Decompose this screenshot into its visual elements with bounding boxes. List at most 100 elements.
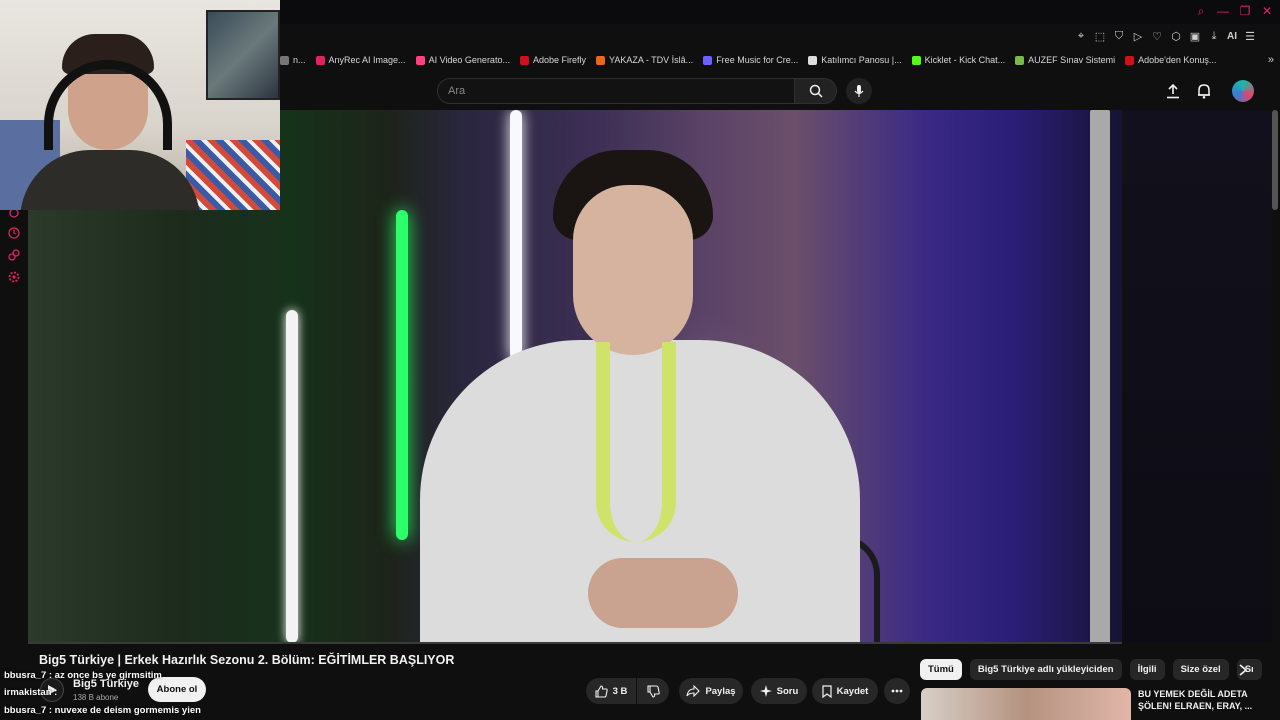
upload-icon: [1167, 83, 1179, 99]
browser-titlebar: ⌕ — ❐ ✕: [280, 0, 1280, 24]
heart-icon[interactable]: ♡: [1151, 30, 1163, 43]
bookmark-favicon-icon: [315, 55, 325, 65]
bookmark-label: n...: [293, 55, 306, 65]
bookmark-favicon-icon: [519, 55, 529, 65]
share-icon: [686, 685, 701, 697]
video-title: Big5 Türkiye | Erkek Hazırlık Sezonu 2. …: [39, 653, 455, 667]
bookmark-favicon-icon: [595, 55, 605, 65]
bookmark-item[interactable]: AI Video Generato...: [415, 55, 510, 65]
webcam-headset: [44, 60, 172, 150]
share-label: Paylaş: [705, 685, 736, 697]
play-icon[interactable]: ▷: [1132, 30, 1144, 43]
like-button[interactable]: 3 B: [586, 678, 636, 704]
image-icon[interactable]: ▣: [1189, 30, 1201, 43]
search-button[interactable]: [795, 78, 837, 104]
share-button[interactable]: Paylaş: [679, 678, 743, 704]
bookmark-item[interactable]: Katılımcı Panosu |...: [808, 55, 902, 65]
webcam-overlay: [0, 0, 280, 210]
search-input[interactable]: Ara: [437, 78, 795, 104]
search-icon[interactable]: ⌕: [1194, 4, 1208, 19]
video-white-light-2: [510, 110, 522, 360]
subscriber-count: 138 B abone: [73, 693, 119, 702]
close-icon[interactable]: ✕: [1260, 4, 1274, 19]
ask-label: Soru: [776, 685, 799, 697]
bookmark-label: YAKAZA - TDV İslâ...: [608, 55, 694, 65]
bookmark-label: AnyRec AI Image...: [328, 55, 406, 65]
bookmark-icon: [822, 684, 832, 698]
save-label: Kaydet: [836, 685, 869, 697]
search-placeholder: Ara: [448, 85, 466, 97]
maximize-icon[interactable]: ❐: [1238, 4, 1252, 19]
left-sidebar-strip: [0, 208, 30, 650]
bookmark-favicon-icon: [280, 55, 289, 65]
bookmark-item[interactable]: Adobe Firefly: [519, 55, 586, 65]
recommendation-thumbnail[interactable]: [921, 688, 1131, 720]
page-scrollbar[interactable]: [1272, 110, 1278, 210]
minimize-icon[interactable]: —: [1216, 4, 1230, 19]
video-green-light: [396, 210, 408, 540]
bookmark-item[interactable]: Adobe'den Konuş...: [1125, 55, 1216, 65]
bookmark-item[interactable]: AnyRec AI Image...: [315, 55, 406, 65]
sparkle-icon: [759, 685, 772, 697]
bookmark-item[interactable]: Kicklet - Kick Chat...: [911, 55, 1006, 65]
bookmark-favicon-icon: [1125, 55, 1135, 65]
chips-next-button[interactable]: [1234, 661, 1252, 679]
like-count: 3 B: [612, 685, 628, 697]
link-icon[interactable]: [7, 248, 21, 262]
bookmark-favicon-icon: [808, 55, 818, 65]
chat-message: bbusra_7 : az once bs ye girmsitim: [4, 670, 162, 681]
more-horizontal-icon: [891, 689, 903, 693]
bookmarks-bar: n... AnyRec AI Image... AI Video Generato.…: [280, 50, 1280, 70]
youtube-header: Ara: [280, 72, 1280, 110]
filter-chip[interactable]: Size özel: [1172, 659, 1229, 680]
bookmarks-overflow-icon[interactable]: »: [1268, 54, 1274, 66]
more-actions-button[interactable]: [884, 678, 910, 704]
bookmark-label: Katılımcı Panosu |...: [821, 55, 902, 65]
dislike-button[interactable]: [637, 678, 669, 704]
menu-icon[interactable]: ☰: [1244, 30, 1256, 43]
video-white-light: [286, 310, 298, 643]
search-icon: [809, 84, 823, 98]
settings-gear-icon[interactable]: [7, 270, 21, 284]
right-column: [1122, 110, 1272, 643]
bookmark-label: Kicklet - Kick Chat...: [924, 55, 1006, 65]
bookmark-item[interactable]: Free Music for Cre...: [703, 55, 798, 65]
notifications-button[interactable]: [1194, 81, 1214, 101]
upload-button[interactable]: [1163, 81, 1183, 101]
bookmark-label: Adobe Firefly: [532, 55, 586, 65]
filter-chip[interactable]: Big5 Türkiye adlı yükleyiciden: [969, 659, 1122, 680]
window-controls: ⌕ — ❐ ✕: [1194, 4, 1274, 19]
pin-icon[interactable]: ⌖: [1075, 30, 1087, 43]
bookmark-label: Free Music for Cre...: [716, 55, 799, 65]
puzzle-icon[interactable]: ⬡: [1170, 30, 1182, 43]
microphone-icon: [854, 85, 864, 97]
bookmark-favicon-icon: [703, 55, 713, 65]
voice-search-button[interactable]: [846, 78, 872, 104]
video-person-face: [573, 185, 693, 355]
recommendation-title[interactable]: BU YEMEK DEĞİL ADETA ŞÖLEN! ELRAEN, ERAY…: [1138, 688, 1268, 712]
chevron-right-icon: [1239, 664, 1247, 676]
download-icon[interactable]: ⤓: [1208, 30, 1220, 43]
save-button[interactable]: Kaydet: [812, 678, 878, 704]
bookmark-favicon-icon: [415, 55, 425, 65]
shield-icon[interactable]: ⛉: [1113, 30, 1125, 43]
filter-chip[interactable]: Tümü: [920, 659, 962, 680]
related-filter-chips: Tümü Big5 Türkiye adlı yükleyiciden İlgili…: [920, 659, 1262, 680]
bookmark-item[interactable]: AUZEF Sınav Sistemi: [1015, 55, 1115, 65]
filter-chip[interactable]: İlgili: [1129, 659, 1165, 680]
ask-button[interactable]: Soru: [751, 678, 807, 704]
thumbs-down-icon: [646, 684, 660, 698]
thumbs-up-icon: [595, 684, 608, 698]
bookmark-item[interactable]: YAKAZA - TDV İslâ...: [595, 55, 694, 65]
history-icon[interactable]: [7, 226, 21, 240]
video-lanyard: [596, 342, 676, 542]
bookmark-label: Adobe'den Konuş...: [1138, 55, 1217, 65]
video-progress-bar[interactable]: [28, 642, 1122, 644]
bookmark-item[interactable]: n...: [280, 55, 306, 65]
video-person-hands: [588, 558, 738, 628]
screenshot-icon[interactable]: ⬚: [1094, 30, 1106, 43]
chat-message: irmakistan :: [4, 687, 58, 698]
account-avatar[interactable]: [1232, 80, 1254, 102]
ai-extension-button[interactable]: AI: [1227, 31, 1237, 42]
bookmark-label: AI Video Generato...: [428, 55, 510, 65]
